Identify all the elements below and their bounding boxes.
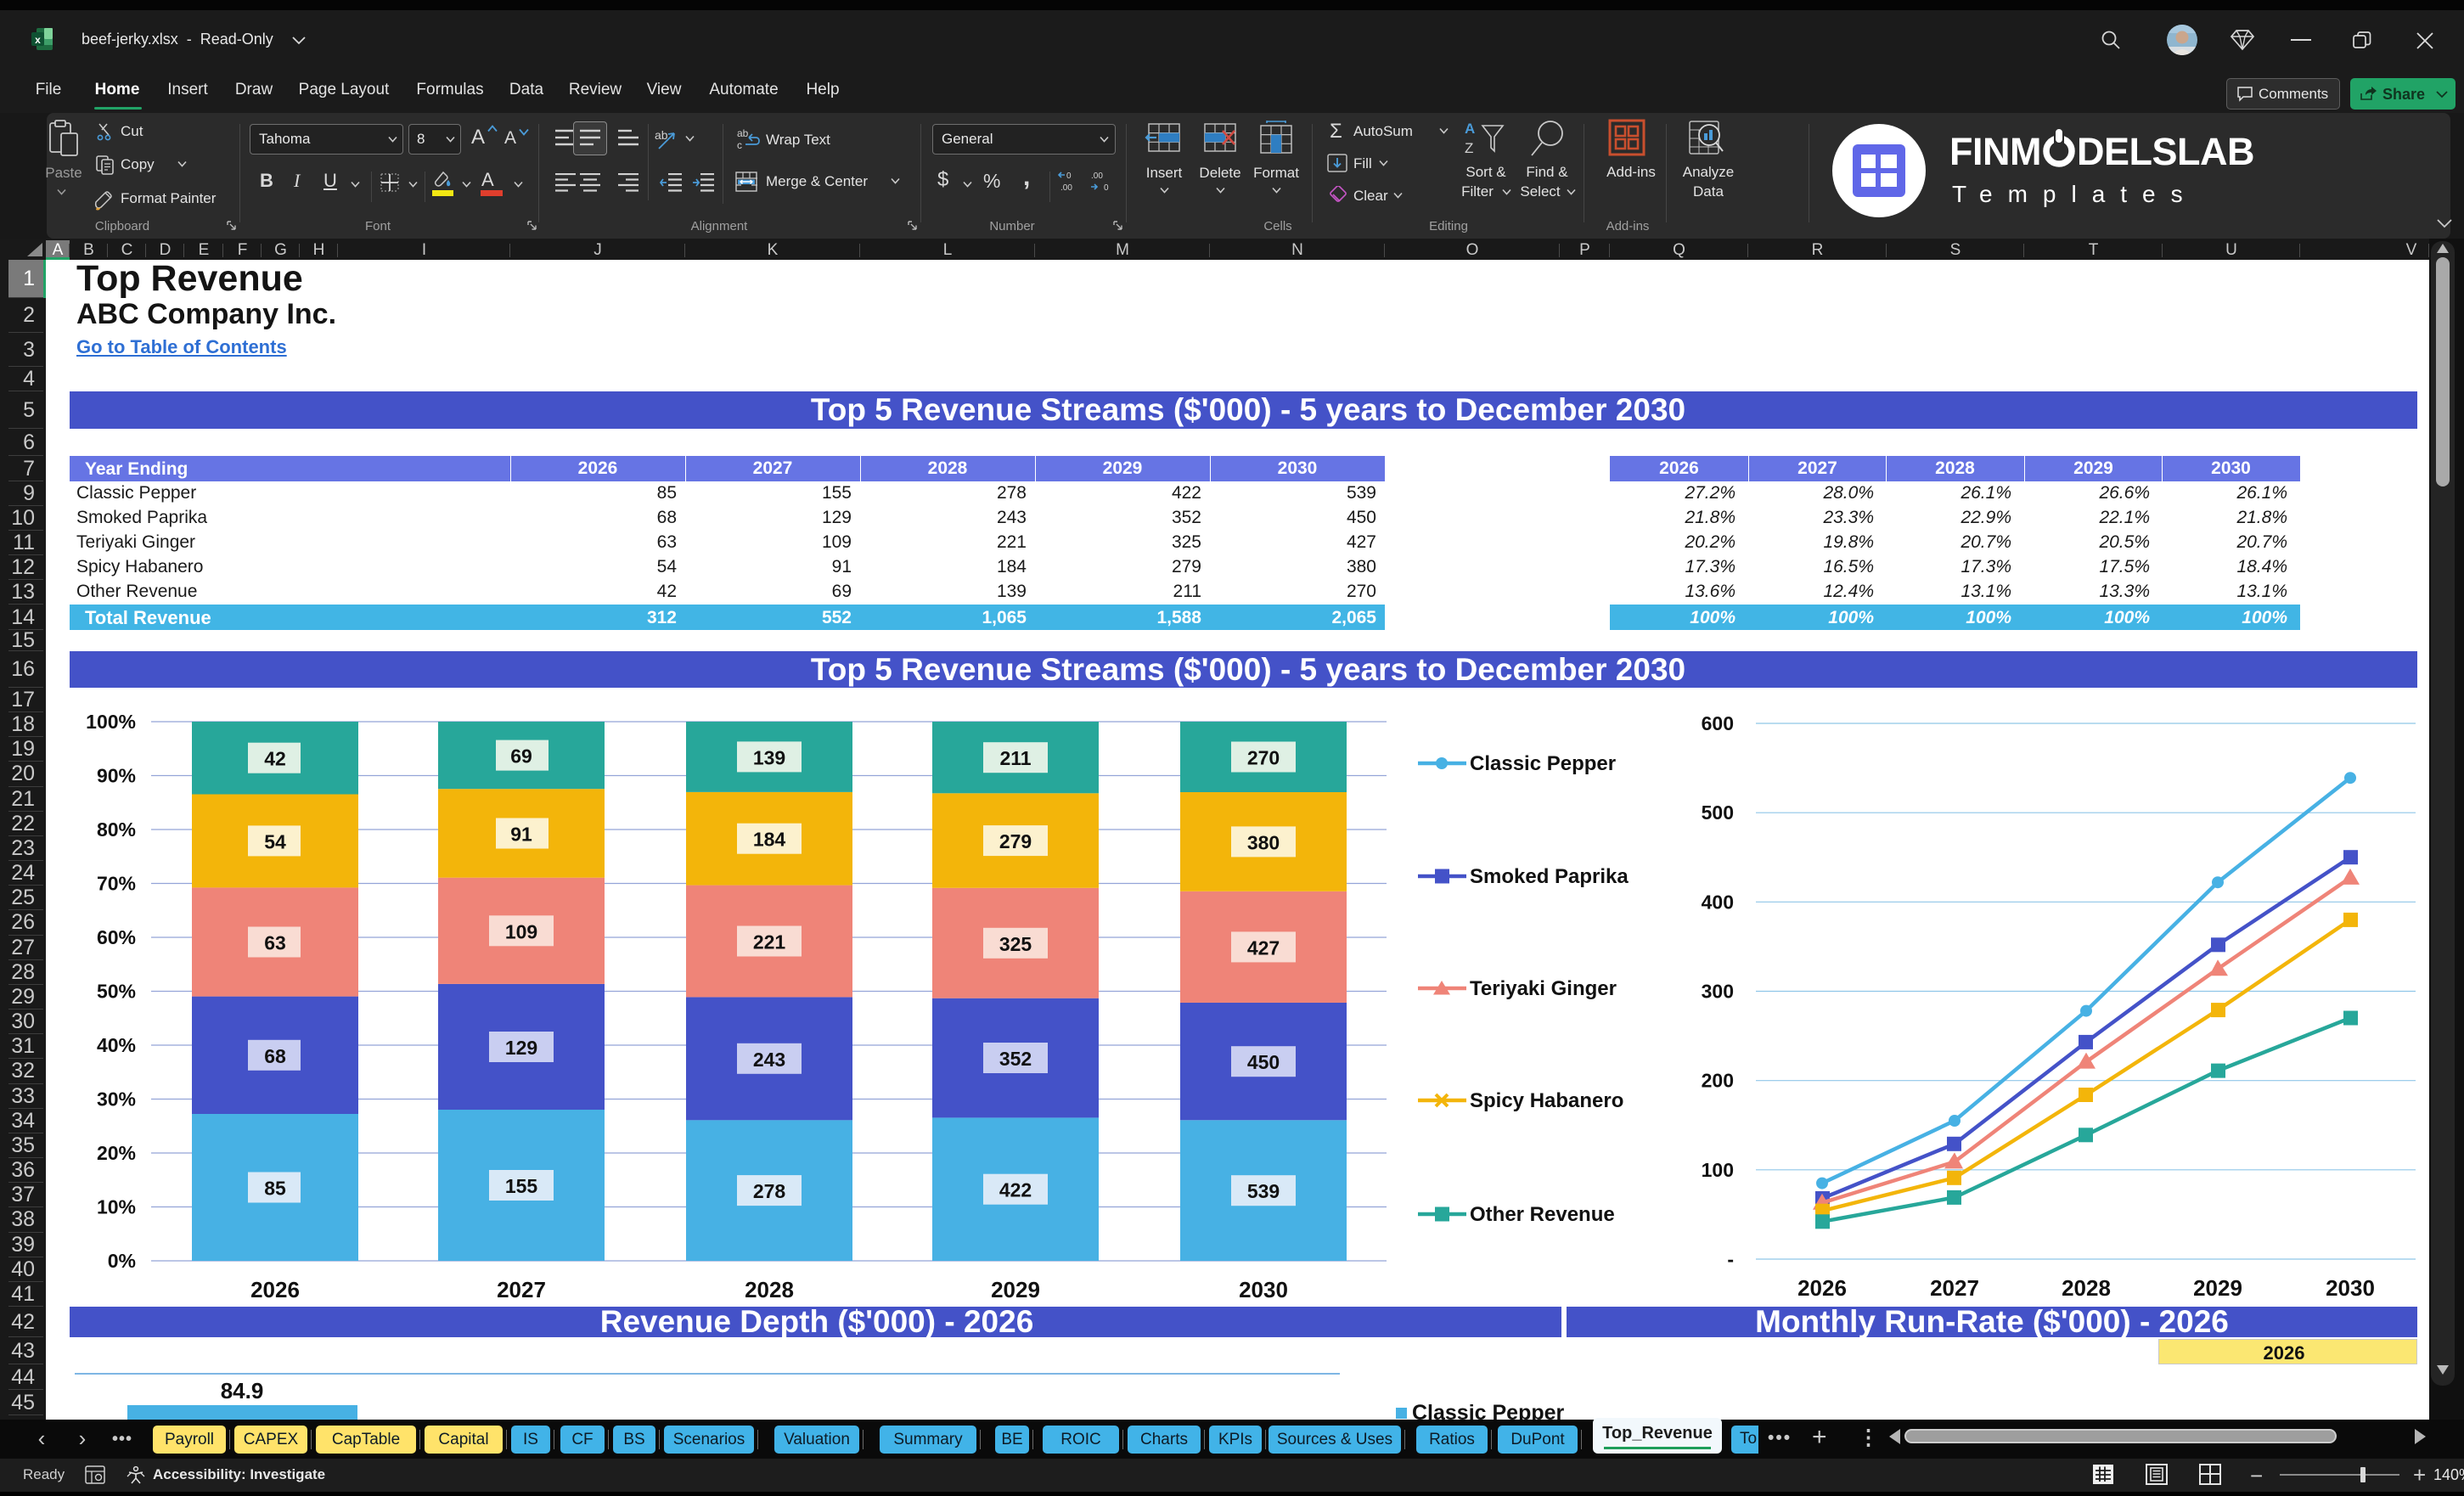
svg-text:2026: 2026: [1797, 1275, 1847, 1301]
svg-text:68: 68: [264, 1045, 286, 1067]
svg-text:2027: 2027: [1930, 1275, 1979, 1301]
svg-text:221: 221: [753, 931, 786, 953]
svg-text:Classic Pepper: Classic Pepper: [1470, 752, 1616, 775]
svg-text:42: 42: [264, 748, 286, 770]
svg-text:2029: 2029: [2193, 1275, 2242, 1301]
svg-text:0%: 0%: [108, 1250, 136, 1272]
svg-text:427: 427: [1247, 936, 1280, 959]
svg-text:91: 91: [510, 824, 532, 846]
svg-text:Teriyaki Ginger: Teriyaki Ginger: [1470, 977, 1617, 1000]
svg-text:155: 155: [505, 1175, 538, 1197]
svg-text:54: 54: [264, 830, 286, 852]
svg-text:243: 243: [753, 1049, 785, 1071]
svg-text:63: 63: [264, 932, 286, 954]
svg-text:50%: 50%: [97, 981, 136, 1003]
svg-text:Smoked Paprika: Smoked Paprika: [1470, 865, 1629, 888]
svg-text:90%: 90%: [97, 765, 136, 787]
svg-text:2028: 2028: [2062, 1275, 2111, 1301]
svg-text:60%: 60%: [97, 926, 136, 948]
svg-text:270: 270: [1247, 747, 1280, 769]
svg-text:84.9: 84.9: [221, 1378, 264, 1403]
svg-text:70%: 70%: [97, 873, 136, 895]
svg-text:380: 380: [1247, 831, 1280, 853]
svg-text:200: 200: [1702, 1070, 1734, 1092]
svg-text:352: 352: [999, 1048, 1032, 1070]
svg-text:100: 100: [1702, 1159, 1734, 1181]
svg-text:539: 539: [1247, 1180, 1280, 1202]
svg-text:139: 139: [753, 746, 785, 768]
svg-text:2027: 2027: [497, 1277, 546, 1302]
svg-text:2028: 2028: [745, 1277, 794, 1302]
svg-text:450: 450: [1247, 1051, 1280, 1073]
svg-text:2029: 2029: [991, 1277, 1040, 1302]
svg-text:10%: 10%: [97, 1196, 136, 1218]
svg-text:2026: 2026: [250, 1277, 300, 1302]
svg-text:20%: 20%: [97, 1142, 136, 1164]
svg-text:Spicy Habanero: Spicy Habanero: [1470, 1089, 1623, 1112]
svg-text:80%: 80%: [97, 818, 136, 841]
svg-text:400: 400: [1702, 891, 1734, 913]
svg-text:-: -: [1727, 1248, 1734, 1270]
svg-text:69: 69: [510, 745, 532, 768]
svg-text:278: 278: [753, 1180, 786, 1202]
svg-text:2030: 2030: [2326, 1275, 2375, 1301]
svg-text:600: 600: [1702, 712, 1734, 734]
svg-text:129: 129: [505, 1037, 537, 1059]
svg-text:211: 211: [999, 747, 1031, 769]
svg-text:300: 300: [1702, 981, 1734, 1003]
svg-text:500: 500: [1702, 801, 1734, 824]
svg-text:40%: 40%: [97, 1034, 136, 1056]
svg-text:109: 109: [505, 920, 537, 942]
svg-text:184: 184: [753, 829, 786, 851]
svg-text:2030: 2030: [1239, 1277, 1288, 1302]
svg-text:85: 85: [264, 1178, 286, 1200]
svg-text:279: 279: [999, 830, 1032, 852]
svg-text:325: 325: [999, 933, 1032, 955]
svg-text:100%: 100%: [86, 711, 136, 733]
svg-text:30%: 30%: [97, 1088, 136, 1111]
svg-text:422: 422: [999, 1179, 1032, 1201]
svg-text:Other Revenue: Other Revenue: [1470, 1203, 1615, 1226]
